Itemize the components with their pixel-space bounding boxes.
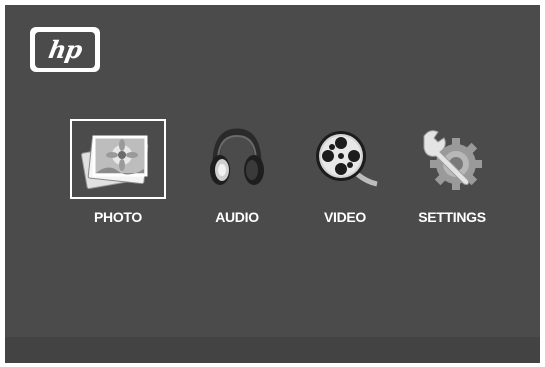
menu-item-video[interactable]: VIDEO bbox=[290, 119, 400, 225]
photo-selection-frame[interactable] bbox=[70, 119, 166, 199]
menu-item-audio[interactable]: AUDIO bbox=[182, 119, 292, 225]
hp-logo: hp bbox=[30, 27, 100, 72]
menu-item-photo[interactable]: PHOTO bbox=[63, 119, 173, 225]
photo-icon bbox=[81, 135, 149, 190]
menu-label-photo: PHOTO bbox=[93, 209, 143, 225]
hp-logo-text: hp bbox=[46, 35, 84, 64]
settings-icon-frame[interactable] bbox=[404, 119, 500, 199]
menu-label-settings: SETTINGS bbox=[418, 209, 486, 225]
wrench-gear-icon bbox=[423, 130, 482, 190]
menu-label-audio: AUDIO bbox=[215, 209, 259, 225]
video-icon-frame[interactable] bbox=[297, 119, 393, 199]
hp-logo-inner: hp bbox=[35, 31, 95, 68]
film-reel-icon bbox=[316, 131, 378, 187]
audio-icon-frame[interactable] bbox=[189, 119, 285, 199]
menu-item-settings[interactable]: SETTINGS bbox=[397, 119, 507, 225]
menu-label-video: VIDEO bbox=[323, 209, 367, 225]
headphones-icon bbox=[210, 128, 264, 185]
bottom-bar bbox=[5, 337, 540, 363]
